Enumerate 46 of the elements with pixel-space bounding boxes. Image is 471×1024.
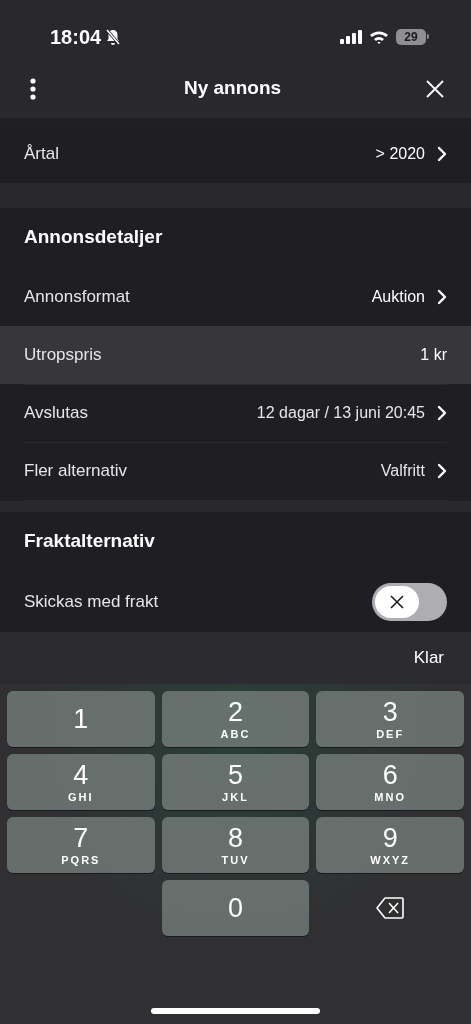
row-value: Auktion (371, 286, 425, 307)
row-label: Avslutas (24, 402, 88, 425)
row-label: Skickas med frakt (24, 590, 159, 613)
close-icon (426, 79, 444, 98)
more-icon (30, 77, 36, 100)
close-button[interactable] (425, 78, 445, 99)
screen-title: Ny annons (183, 76, 282, 101)
settings-row[interactable]: Årtal > 2020 (0, 124, 471, 183)
cross-icon (390, 594, 404, 609)
toggle-switch[interactable] (372, 582, 447, 621)
chevron-right-icon (437, 463, 447, 480)
chevron-right-icon (437, 405, 447, 422)
number-key[interactable]: 4 GHI (7, 754, 155, 811)
number-key[interactable]: 9 WXYZ (316, 817, 464, 874)
row-value: Valfritt (380, 461, 425, 482)
row-value: 12 dagar / 13 juni 20:45 (256, 403, 425, 424)
settings-row[interactable]: Annonsformat Auktion (0, 267, 471, 326)
row-label: Fler alternativ (24, 460, 127, 483)
number-key[interactable]: 0 (161, 880, 310, 937)
settings-row[interactable]: Skickas med frakt (0, 571, 471, 632)
row-label: Annonsformat (24, 285, 130, 308)
number-key[interactable]: 6 MNO (316, 754, 464, 811)
backspace-icon (376, 897, 405, 920)
section-heading: Fraktalternativ (24, 529, 155, 554)
wifi-icon (369, 29, 389, 44)
row-value: 1 kr (420, 344, 447, 365)
clock: 18:04 (50, 24, 102, 50)
row-label: Årtal (24, 142, 59, 165)
battery-indicator: 29 (396, 28, 426, 45)
settings-row[interactable]: Utropspris 1 kr (0, 325, 471, 384)
number-key[interactable]: 1 (7, 691, 155, 748)
chevron-right-icon (437, 288, 447, 305)
muted-bell-icon (105, 27, 122, 46)
chevron-right-icon (437, 145, 447, 162)
settings-row[interactable]: Fler alternativ Valfritt (0, 441, 471, 500)
row-label: Utropspris (24, 343, 102, 366)
signal-icon (340, 29, 362, 44)
done-button[interactable]: Klar (413, 645, 444, 671)
number-key[interactable]: 3 DEF (316, 691, 464, 748)
settings-row[interactable]: Avslutas 12 dagar / 13 juni 20:45 (0, 383, 471, 442)
number-key[interactable]: 7 PQRS (7, 817, 155, 874)
number-key[interactable]: 8 TUV (161, 817, 310, 874)
number-key[interactable]: 5 JKL (161, 754, 310, 811)
section-heading: Annonsdetaljer (24, 225, 163, 250)
row-value: > 2020 (375, 143, 425, 164)
number-key[interactable]: 2 ABC (161, 691, 310, 748)
